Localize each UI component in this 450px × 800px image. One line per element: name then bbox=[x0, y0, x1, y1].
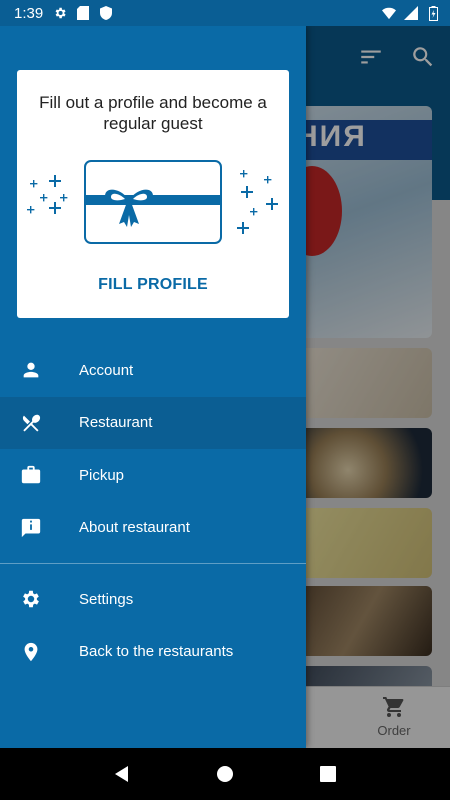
fill-profile-button[interactable]: FILL PROFILE bbox=[17, 276, 289, 294]
home-icon[interactable] bbox=[213, 762, 237, 786]
navigation-drawer: Fill out a profile and become a regular … bbox=[0, 26, 306, 748]
menu-item-label: About restaurant bbox=[79, 519, 190, 537]
menu-item-about-restaurant[interactable]: About restaurant bbox=[0, 502, 306, 555]
menu-item-label: Pickup bbox=[79, 466, 125, 484]
info-chat-icon bbox=[19, 516, 43, 540]
menu-item-label: Settings bbox=[79, 590, 134, 608]
back-icon[interactable] bbox=[110, 762, 134, 786]
menu-item-restaurant[interactable]: Restaurant bbox=[0, 396, 306, 449]
system-nav-bar bbox=[0, 748, 450, 800]
profile-promo-card: Fill out a profile and become a regular … bbox=[17, 70, 289, 318]
menu-item-label: Account bbox=[79, 361, 134, 379]
menu-item-settings[interactable]: Settings bbox=[0, 573, 306, 626]
status-time: 1:39 bbox=[14, 4, 44, 22]
location-pin-icon bbox=[19, 640, 43, 664]
wifi-icon bbox=[382, 6, 396, 20]
gift-card-illustration bbox=[17, 158, 289, 258]
gear-icon bbox=[53, 6, 67, 20]
menu-item-label: Restaurant bbox=[79, 414, 153, 432]
person-icon bbox=[19, 358, 43, 382]
drawer-menu: Account Restaurant Pickup About restaura… bbox=[0, 344, 306, 678]
restaurant-icon bbox=[19, 411, 43, 435]
menu-item-label: Back to the restaurants bbox=[79, 643, 234, 661]
battery-icon bbox=[426, 5, 440, 21]
shield-icon bbox=[99, 6, 113, 20]
briefcase-icon bbox=[19, 463, 43, 487]
recents-icon[interactable] bbox=[316, 762, 340, 786]
settings-icon bbox=[19, 587, 43, 611]
menu-item-account[interactable]: Account bbox=[0, 344, 306, 397]
promo-text: Fill out a profile and become a regular … bbox=[39, 93, 267, 133]
sd-card-icon bbox=[76, 6, 90, 20]
gift-card-icon bbox=[27, 160, 278, 244]
menu-divider bbox=[0, 563, 306, 564]
cellular-icon bbox=[404, 6, 418, 20]
status-bar: 1:39 bbox=[0, 0, 450, 26]
menu-item-pickup[interactable]: Pickup bbox=[0, 449, 306, 502]
menu-item-back-to-restaurants[interactable]: Back to the restaurants bbox=[0, 626, 306, 679]
